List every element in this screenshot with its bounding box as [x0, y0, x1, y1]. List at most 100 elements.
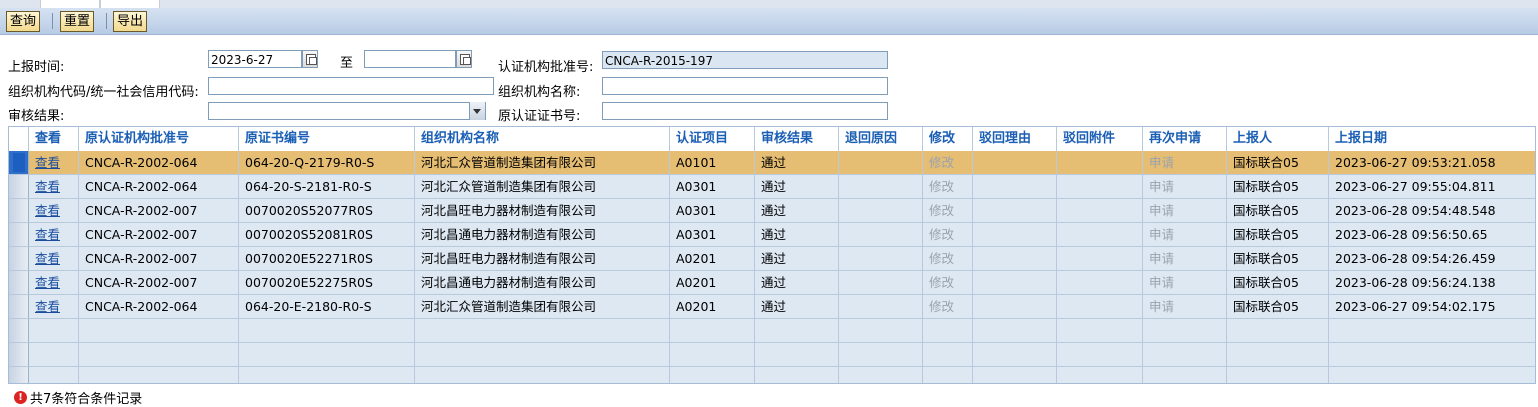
column-header-reporter[interactable]: 上报人 — [1227, 127, 1329, 151]
reapply-link[interactable]: 申请 — [1143, 199, 1227, 223]
row-selector[interactable] — [9, 367, 29, 383]
cell-reject-attachment — [1057, 271, 1143, 295]
column-header-reject-reason[interactable]: 驳回理由 — [973, 127, 1057, 151]
table-row[interactable]: 查看 CNCA-R-2002-007 0070020E52275R0S 河北昌通电力器… — [9, 271, 1535, 295]
table-row[interactable]: 查看 CNCA-R-2002-064 064-20-Q-2179-R0-S 河北汇众管… — [9, 151, 1535, 175]
reapply-link[interactable]: 申请 — [1143, 247, 1227, 271]
cell-cert-no: 0070020S52081R0S — [239, 223, 415, 247]
table-row[interactable]: 查看 CNCA-R-2002-007 0070020E52271R0S 河北昌旺电力器… — [9, 247, 1535, 271]
org-code-input[interactable] — [208, 77, 494, 95]
cell-audit-result: 通过 — [755, 175, 839, 199]
empty-cell — [415, 367, 670, 383]
reapply-link[interactable]: 申请 — [1143, 175, 1227, 199]
cell-report-date: 2023-06-28 09:54:48.548 — [1329, 199, 1535, 223]
row-selector[interactable] — [9, 343, 29, 366]
cell-org-name: 河北昌通电力器材制造有限公司 — [415, 271, 670, 295]
cell-reject-attachment — [1057, 199, 1143, 223]
empty-cell — [1329, 343, 1535, 367]
row-selector[interactable] — [9, 223, 29, 246]
table-row[interactable]: 查看 CNCA-R-2002-064 064-20-S-2181-R0-S 河北汇众管… — [9, 175, 1535, 199]
cell-audit-result: 通过 — [755, 223, 839, 247]
cell-reject-reason — [973, 295, 1057, 319]
row-selector[interactable] — [9, 175, 29, 198]
table-row[interactable]: 查看 CNCA-R-2002-007 0070020S52081R0S 河北昌通电力器… — [9, 223, 1535, 247]
view-link[interactable]: 查看 — [29, 175, 79, 199]
date-from-input[interactable]: 2023-6-27 — [208, 50, 302, 68]
column-header-return-reason[interactable]: 退回原因 — [839, 127, 923, 151]
chevron-down-icon[interactable] — [469, 102, 485, 120]
cell-cert-no: 0070020S52077R0S — [239, 199, 415, 223]
cell-approval-no: CNCA-R-2002-007 — [79, 271, 239, 295]
empty-row — [9, 343, 1535, 367]
toolbar-divider — [106, 13, 107, 29]
empty-cell — [29, 319, 79, 343]
empty-cell — [239, 343, 415, 367]
empty-cell — [923, 319, 973, 343]
modify-link[interactable]: 修改 — [923, 199, 973, 223]
empty-cell — [839, 367, 923, 383]
cell-return-reason — [839, 151, 923, 175]
cell-audit-result: 通过 — [755, 271, 839, 295]
column-header-report-date[interactable]: 上报日期 — [1329, 127, 1535, 151]
column-header-org-name[interactable]: 组织机构名称 — [415, 127, 670, 151]
calendar-icon[interactable] — [456, 50, 472, 68]
view-link[interactable]: 查看 — [29, 199, 79, 223]
calendar-icon[interactable] — [302, 50, 318, 68]
cell-reporter: 国标联合05 — [1227, 151, 1329, 175]
view-link[interactable]: 查看 — [29, 247, 79, 271]
modify-link[interactable]: 修改 — [923, 151, 973, 175]
export-button[interactable]: 导出 — [113, 11, 148, 32]
column-header-audit-result[interactable]: 审核结果 — [755, 127, 839, 151]
row-selector[interactable] — [9, 247, 29, 270]
cell-reject-attachment — [1057, 151, 1143, 175]
column-header-reject-attachment[interactable]: 驳回附件 — [1057, 127, 1143, 151]
column-header-reapply[interactable]: 再次申请 — [1143, 127, 1227, 151]
column-header-cert-no[interactable]: 原证书编号 — [239, 127, 415, 151]
reapply-link[interactable]: 申请 — [1143, 271, 1227, 295]
cell-reject-reason — [973, 271, 1057, 295]
modify-link[interactable]: 修改 — [923, 175, 973, 199]
empty-row — [9, 367, 1535, 383]
report-time-label: 上报时间: — [8, 60, 65, 75]
cell-approval-no: CNCA-R-2002-064 — [79, 295, 239, 319]
reapply-link[interactable]: 申请 — [1143, 295, 1227, 319]
view-link[interactable]: 查看 — [29, 295, 79, 319]
empty-cell — [1329, 367, 1535, 383]
date-to-input[interactable] — [364, 50, 456, 68]
view-link[interactable]: 查看 — [29, 223, 79, 247]
reset-button[interactable]: 重置 — [60, 11, 95, 32]
modify-link[interactable]: 修改 — [923, 247, 973, 271]
header-corner — [9, 127, 29, 151]
column-header-approval-no[interactable]: 原认证机构批准号 — [79, 127, 239, 151]
empty-cell — [1227, 319, 1329, 343]
cell-audit-result: 通过 — [755, 295, 839, 319]
row-selector[interactable] — [9, 271, 29, 294]
row-selector[interactable] — [9, 151, 29, 174]
cell-approval-no: CNCA-R-2002-007 — [79, 223, 239, 247]
row-selector[interactable] — [9, 199, 29, 222]
org-name-input[interactable] — [602, 77, 888, 95]
table-row[interactable]: 查看 CNCA-R-2002-064 064-20-E-2180-R0-S 河北汇众管… — [9, 295, 1535, 319]
view-link[interactable]: 查看 — [29, 271, 79, 295]
column-header-view[interactable]: 查看 — [29, 127, 79, 151]
modify-link[interactable]: 修改 — [923, 295, 973, 319]
modify-link[interactable]: 修改 — [923, 223, 973, 247]
column-header-modify[interactable]: 修改 — [923, 127, 973, 151]
alert-icon: ! — [14, 391, 27, 404]
reapply-link[interactable]: 申请 — [1143, 223, 1227, 247]
table-row[interactable]: 查看 CNCA-R-2002-007 0070020S52077R0S 河北昌旺电力器… — [9, 199, 1535, 223]
empty-cell — [973, 367, 1057, 383]
empty-cell — [239, 367, 415, 383]
cell-reject-reason — [973, 223, 1057, 247]
empty-cell — [839, 319, 923, 343]
column-header-project[interactable]: 认证项目 — [670, 127, 755, 151]
audit-result-select[interactable] — [208, 102, 486, 120]
modify-link[interactable]: 修改 — [923, 271, 973, 295]
orig-cert-input[interactable] — [602, 102, 888, 120]
cell-return-reason — [839, 247, 923, 271]
row-selector[interactable] — [9, 319, 29, 342]
query-button[interactable]: 查询 — [6, 11, 41, 32]
row-selector[interactable] — [9, 295, 29, 318]
view-link[interactable]: 查看 — [29, 151, 79, 175]
reapply-link[interactable]: 申请 — [1143, 151, 1227, 175]
